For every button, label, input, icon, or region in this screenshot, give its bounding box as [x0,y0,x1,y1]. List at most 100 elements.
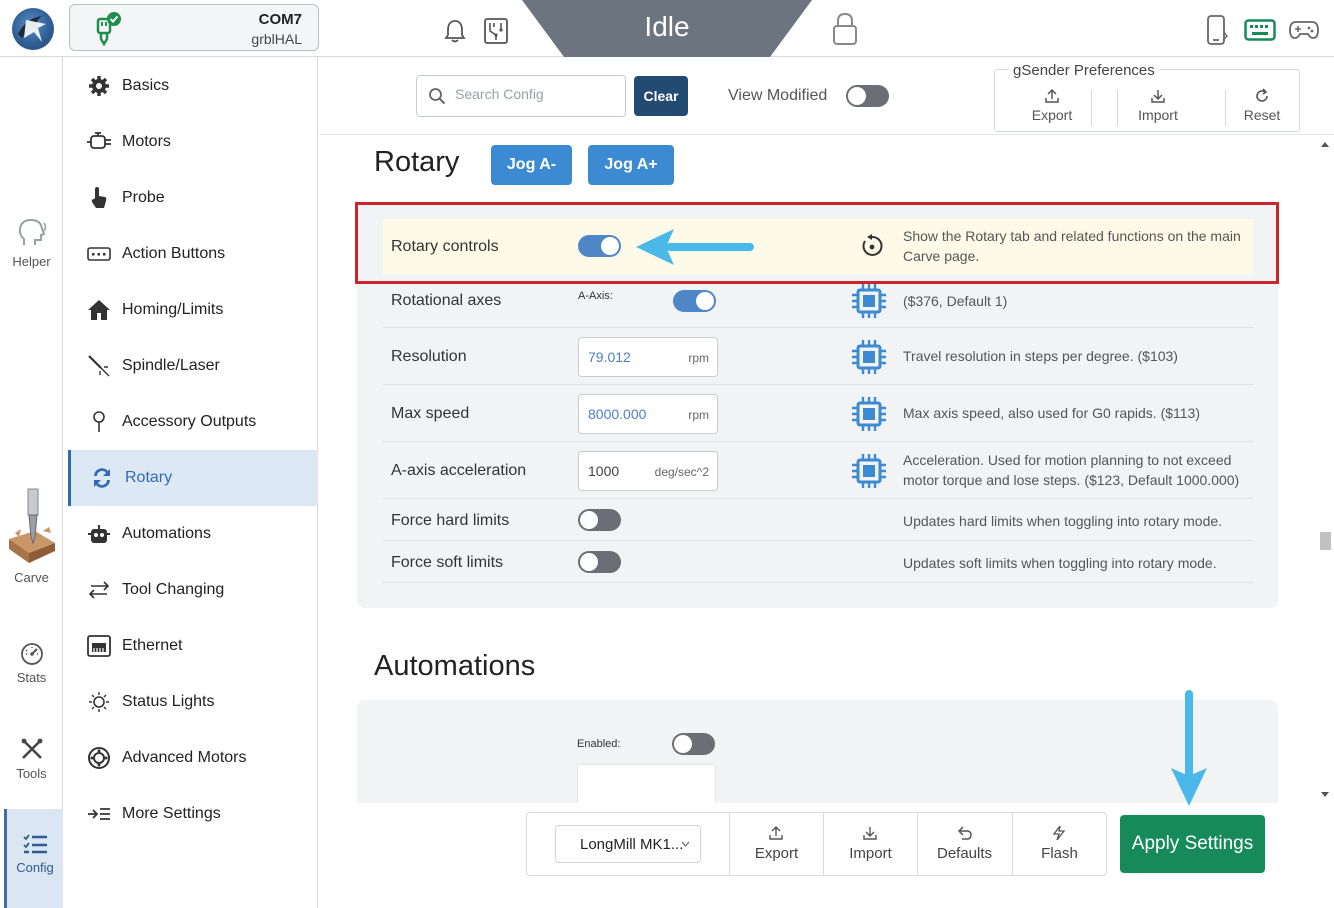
import-button[interactable]: Import [823,813,917,875]
nav-stats[interactable]: Stats [0,641,63,685]
prefs-export-button[interactable]: Export [1012,88,1092,123]
category-probe[interactable]: Probe [68,170,318,226]
automations-enabled-toggle[interactable] [672,733,715,755]
nav-helper[interactable]: Helper [0,217,63,269]
prefs-import-label: Import [1138,107,1178,123]
category-automations[interactable]: Automations [68,506,318,562]
gamepad-icon[interactable] [1289,20,1319,45]
category-motors[interactable]: Motors [68,114,318,170]
machine-state-text: Idle [644,11,690,42]
top-bar: COM7 grblHAL Idle [0,0,1334,59]
defaults-label: Defaults [936,845,993,862]
flash-button[interactable]: Flash [1012,813,1106,875]
category-rotary[interactable]: Rotary [68,450,318,506]
view-modified-toggle[interactable] [846,85,889,107]
helper-head-icon [18,218,46,245]
category-accessory-outputs[interactable]: Accessory Outputs [68,394,318,450]
category-action-buttons-label: Action Buttons [122,245,226,262]
jog-a-minus-button[interactable]: Jog A- [491,145,572,185]
a-axis-acceleration-value: 1000 [588,463,620,479]
prefs-reset-button[interactable]: Reset [1222,88,1302,123]
reset-icon [1256,88,1268,102]
category-spindle-laser[interactable]: Spindle/Laser [68,338,318,394]
force-hard-limits-description: Updates hard limits when toggling into r… [903,513,1223,529]
category-ethernet-label: Ethernet [122,637,183,654]
annotation-arrow-left-icon [636,229,754,265]
sun-icon [86,689,112,715]
clear-search-button[interactable]: Clear [634,76,688,116]
category-basics[interactable]: Basics [68,58,318,114]
connection-button[interactable]: COM7 grblHAL [69,4,319,51]
scroll-up-arrow[interactable] [1321,142,1329,147]
machine-profile-value: LongMill MK1... [580,835,684,853]
nav-carve[interactable]: Carve [0,487,63,585]
preferences-title: gSender Preferences [1009,62,1159,79]
resolution-label: Resolution [391,348,467,365]
jog-a-plus-button[interactable]: Jog A+ [588,145,674,185]
a-axis-toggle[interactable] [673,290,716,312]
category-status-lights[interactable]: Status Lights [68,674,318,730]
scroll-thumb[interactable] [1320,532,1331,550]
rotational-axes-label: Rotational axes [391,292,502,309]
swap-arrows-icon [86,577,112,603]
setting-row-max-speed: Max speed 8000.000 rpm Max axis speed, a… [383,385,1253,442]
prefs-import-button[interactable]: Import [1118,88,1198,123]
lock-icon[interactable] [832,12,858,51]
undo-icon [957,826,972,840]
wrench-cross-icon [21,738,42,759]
bottom-action-bar: LongMill MK1... Export Import Defaults F… [526,812,1107,876]
category-tool-changing-label: Tool Changing [122,581,225,598]
import-icon [863,827,877,840]
keyboard-icon[interactable] [1244,19,1276,46]
annotation-highlight-box [355,202,1279,284]
nav-tools[interactable]: Tools [0,737,63,781]
max-speed-label: Max speed [391,405,470,422]
gsender-logo [12,8,54,50]
category-ethernet[interactable]: Ethernet [68,618,318,674]
machine-profile-select[interactable]: LongMill MK1... [555,825,701,863]
category-spindle-laser-label: Spindle/Laser [122,357,220,374]
automations-card: Enabled: [357,700,1278,803]
max-speed-unit: rpm [688,408,709,422]
max-speed-input[interactable]: 8000.000 rpm [578,394,718,434]
apply-settings-button[interactable]: Apply Settings [1120,815,1265,873]
search-input[interactable] [455,86,615,102]
category-automations-label: Automations [122,525,211,542]
firmware-chip-icon [851,339,887,380]
lightning-icon [1052,825,1066,841]
category-more-settings[interactable]: More Settings [68,786,318,842]
circuit-board-icon[interactable] [483,17,509,50]
content-scrollbar[interactable] [1317,136,1334,803]
bulb-icon [86,409,112,435]
nav-config[interactable]: Config [4,809,63,908]
hand-pointer-icon [86,185,112,211]
a-axis-acceleration-input[interactable]: 1000 deg/sec^2 [578,451,718,491]
category-probe-label: Probe [122,189,165,206]
automations-panel [577,764,716,803]
motor-icon [86,129,112,155]
force-soft-limits-toggle[interactable] [578,551,621,573]
prefs-reset-label: Reset [1243,107,1281,123]
category-action-buttons[interactable]: Action Buttons [68,226,318,282]
category-advanced-motors[interactable]: Advanced Motors [68,730,318,786]
export-button[interactable]: Export [729,813,823,875]
prefs-divider [1299,90,1300,126]
nav-helper-label: Helper [12,254,51,269]
rotary-section-title: Rotary [374,146,460,178]
import-label: Import [849,845,892,862]
force-soft-limits-description: Updates soft limits when toggling into r… [903,555,1217,571]
scroll-down-arrow[interactable] [1321,792,1329,797]
export-label: Export [754,845,799,862]
setting-row-a-axis-acceleration: A-axis acceleration 1000 deg/sec^2 Accel… [383,442,1253,499]
logo-icon [18,16,46,42]
chevron-down-icon [681,841,690,847]
resolution-description: Travel resolution in steps per degree. (… [903,348,1178,364]
mobile-icon[interactable] [1206,14,1228,51]
resolution-input[interactable]: 79.012 rpm [578,337,718,377]
category-tool-changing[interactable]: Tool Changing [68,562,318,618]
force-hard-limits-toggle[interactable] [578,509,621,531]
notification-bell-icon[interactable] [443,18,467,49]
firmware-chip-icon [851,283,887,324]
category-homing-limits[interactable]: Homing/Limits [68,282,318,338]
defaults-button[interactable]: Defaults [917,813,1011,875]
